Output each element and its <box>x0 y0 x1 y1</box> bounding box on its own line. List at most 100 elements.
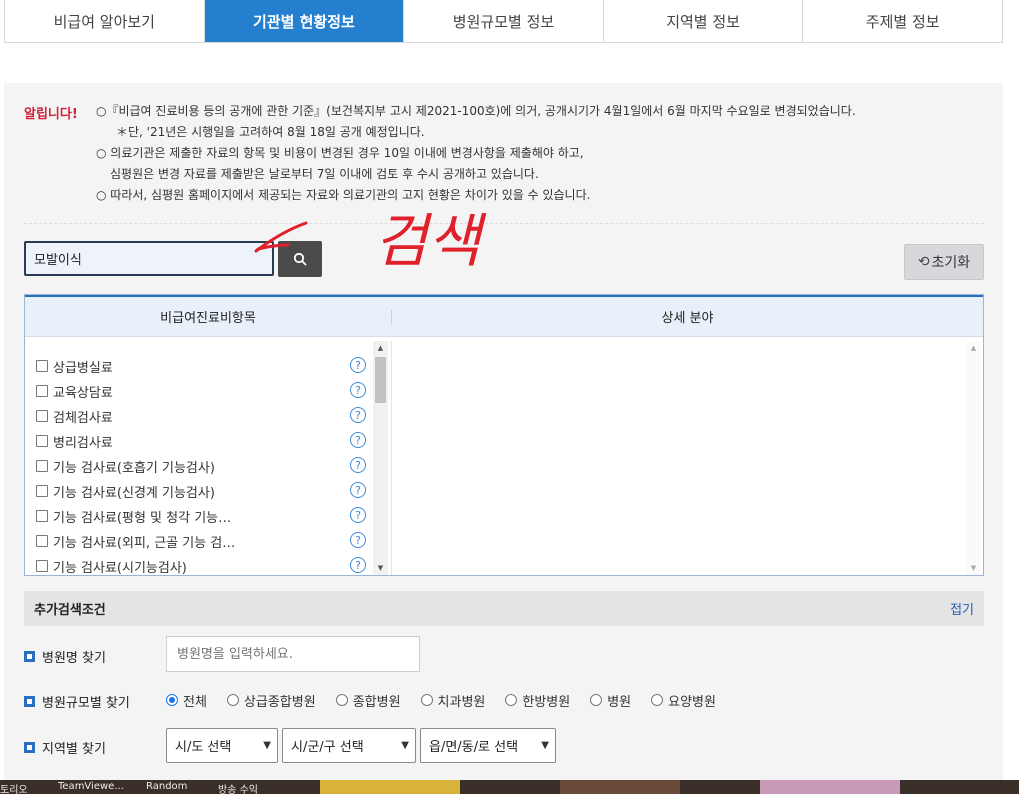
list-item[interactable]: 기능 검사료(외피, 근골 기능 검… ? <box>36 531 366 551</box>
taskbar-item[interactable]: 토리오 <box>0 781 28 794</box>
radio-tertiary-hospital[interactable]: 상급종합병원 <box>226 691 316 710</box>
radio-button[interactable] <box>505 694 518 706</box>
radio-button[interactable] <box>420 694 433 706</box>
help-icon[interactable]: ? <box>350 557 366 573</box>
chevron-down-icon: ▼ <box>401 740 409 751</box>
select-value: 읍/면/동/로 선택 <box>429 740 519 755</box>
checkbox[interactable] <box>36 560 48 572</box>
reset-button[interactable]: ⟲ 초기화 <box>904 244 984 280</box>
radio-label: 한방병원 <box>522 694 571 710</box>
search-input[interactable] <box>24 241 274 276</box>
taskbar-item[interactable]: TeamViewe... <box>58 781 124 792</box>
radio-button[interactable] <box>651 694 664 706</box>
checkbox[interactable] <box>36 535 48 547</box>
radio-dental-hospital[interactable]: 치과병원 <box>420 691 485 710</box>
chevron-down-icon: ▼ <box>263 740 271 751</box>
list-item[interactable]: 기능 검사료(시기능검사) ? <box>36 556 366 575</box>
list-item[interactable]: 기능 검사료(신경계 기능검사) ? <box>36 481 366 501</box>
tab-institution-status[interactable]: 기관별 현황정보 <box>204 0 405 42</box>
item-label: 기능 검사료(외피, 근골 기능 검… <box>53 535 236 551</box>
top-tab-bar: 비급여 알아보기 기관별 현황정보 병원규모별 정보 지역별 정보 주제별 정보 <box>4 0 1003 43</box>
taskbar-item[interactable]: Random <box>146 781 187 792</box>
radio-general-hospital[interactable]: 종합병원 <box>335 691 401 710</box>
tab-nonpay-info[interactable]: 비급여 알아보기 <box>5 0 205 42</box>
notice-label: 알립니다! <box>24 107 78 122</box>
help-icon[interactable]: ? <box>350 407 366 423</box>
radio-hospital[interactable]: 병원 <box>590 691 631 710</box>
list-item[interactable]: 상급병실료 ? <box>36 356 366 376</box>
radio-label: 병원 <box>607 694 632 710</box>
checkbox[interactable] <box>36 485 48 497</box>
label-text: 병원명 찾기 <box>42 651 106 666</box>
item-label: 상급병실료 <box>53 360 113 376</box>
checkbox[interactable] <box>36 510 48 522</box>
notice-line: ○『비급여 진료비용 등의 공개에 관한 기준』(보건복지부 고시 제2021-… <box>96 104 856 118</box>
column-header-detail: 상세 분야 <box>661 311 714 326</box>
list-item[interactable]: 검체검사료 ? <box>36 406 366 426</box>
help-icon[interactable]: ? <box>350 457 366 473</box>
checkbox[interactable] <box>36 410 48 422</box>
radio-all[interactable]: 전체 <box>166 691 207 710</box>
item-label: 기능 검사료(호흡기 기능검사) <box>53 460 215 476</box>
category-list-scrollbar[interactable]: ▲ ▼ <box>373 341 388 575</box>
scroll-thumb[interactable] <box>375 357 386 403</box>
checkbox[interactable] <box>36 385 48 397</box>
help-icon[interactable]: ? <box>350 532 366 548</box>
taskbar-item[interactable]: 방송 수익 <box>218 781 258 794</box>
list-item[interactable]: 교육상담료 ? <box>36 381 366 401</box>
notice-line: ○ 의료기관은 제출한 자료의 항목 및 비용이 변경된 경우 10일 이내에 … <box>96 146 584 160</box>
category-table-header: 비급여진료비항목 상세 분야 <box>25 295 983 337</box>
hospital-size-label: 병원규모별 찾기 <box>24 692 130 711</box>
wallpaper-fragment <box>560 780 680 794</box>
help-icon[interactable]: ? <box>350 482 366 498</box>
tab-topic[interactable]: 주제별 정보 <box>803 0 1002 42</box>
scroll-down-icon[interactable]: ▼ <box>373 561 388 575</box>
label-text: 병원규모별 찾기 <box>42 696 130 711</box>
item-label: 기능 검사료(시기능검사) <box>53 560 187 576</box>
help-icon[interactable]: ? <box>350 432 366 448</box>
radio-nursing-hospital[interactable]: 요양병원 <box>651 691 716 710</box>
detail-panel-scrollbar[interactable]: ▲ ▼ <box>966 341 981 575</box>
notice-line: ＊단, '21년은 시행일을 고려하여 8월 18일 공개 예정입니다. <box>116 125 425 139</box>
radio-label: 전체 <box>183 694 207 710</box>
radio-button[interactable] <box>166 694 178 706</box>
collapse-link[interactable]: 접기 <box>950 599 974 618</box>
handwritten-annotation: 검색 <box>254 207 487 275</box>
item-label: 병리검사료 <box>53 435 113 451</box>
category-table: 비급여진료비항목 상세 분야 상급병실료 ? 교육상담료 ? 검체검사료 ? 병… <box>24 294 984 576</box>
district-select[interactable]: 읍/면/동/로 선택 ▼ <box>420 728 556 763</box>
radio-label: 상급종합병원 <box>243 694 316 710</box>
checkbox[interactable] <box>36 360 48 372</box>
list-item[interactable]: 기능 검사료(평형 및 청각 기능… ? <box>36 506 366 526</box>
help-icon[interactable]: ? <box>350 507 366 523</box>
tab-region[interactable]: 지역별 정보 <box>603 0 804 42</box>
list-item[interactable]: 기능 검사료(호흡기 기능검사) ? <box>36 456 366 476</box>
help-icon[interactable]: ? <box>350 382 366 398</box>
radio-oriental-hospital[interactable]: 한방병원 <box>505 691 570 710</box>
notice-lines: ○『비급여 진료비용 등의 공개에 관한 기준』(보건복지부 고시 제2021-… <box>96 101 986 206</box>
wallpaper-fragment <box>320 780 460 794</box>
list-item[interactable]: 병리검사료 ? <box>36 431 366 451</box>
refresh-icon: ⟲ <box>917 254 930 270</box>
checkbox[interactable] <box>36 435 48 447</box>
scroll-down-icon[interactable]: ▼ <box>966 561 981 575</box>
content-panel: 알립니다! ○『비급여 진료비용 등의 공개에 관한 기준』(보건복지부 고시 … <box>4 83 1003 794</box>
scroll-up-icon[interactable]: ▲ <box>373 341 388 355</box>
wallpaper-fragment <box>760 780 900 794</box>
select-value: 시/도 선택 <box>175 740 232 755</box>
scroll-up-icon[interactable]: ▲ <box>966 341 981 355</box>
tab-hospital-size[interactable]: 병원규모별 정보 <box>404 0 604 42</box>
bullet-square-icon <box>24 651 35 662</box>
column-header-items: 비급여진료비항목 <box>160 311 256 326</box>
radio-label: 요양병원 <box>668 694 716 710</box>
checkbox[interactable] <box>36 460 48 472</box>
hospital-name-input[interactable] <box>166 636 420 672</box>
city-select[interactable]: 시/군/구 선택 ▼ <box>282 728 416 763</box>
radio-button[interactable] <box>226 694 239 706</box>
province-select[interactable]: 시/도 선택 ▼ <box>166 728 278 763</box>
category-list: 상급병실료 ? 교육상담료 ? 검체검사료 ? 병리검사료 ? 기능 검사료(호… <box>25 341 391 575</box>
help-icon[interactable]: ? <box>350 357 366 373</box>
bullet-square-icon <box>24 696 35 707</box>
radio-button[interactable] <box>335 694 348 706</box>
radio-button[interactable] <box>590 694 603 706</box>
